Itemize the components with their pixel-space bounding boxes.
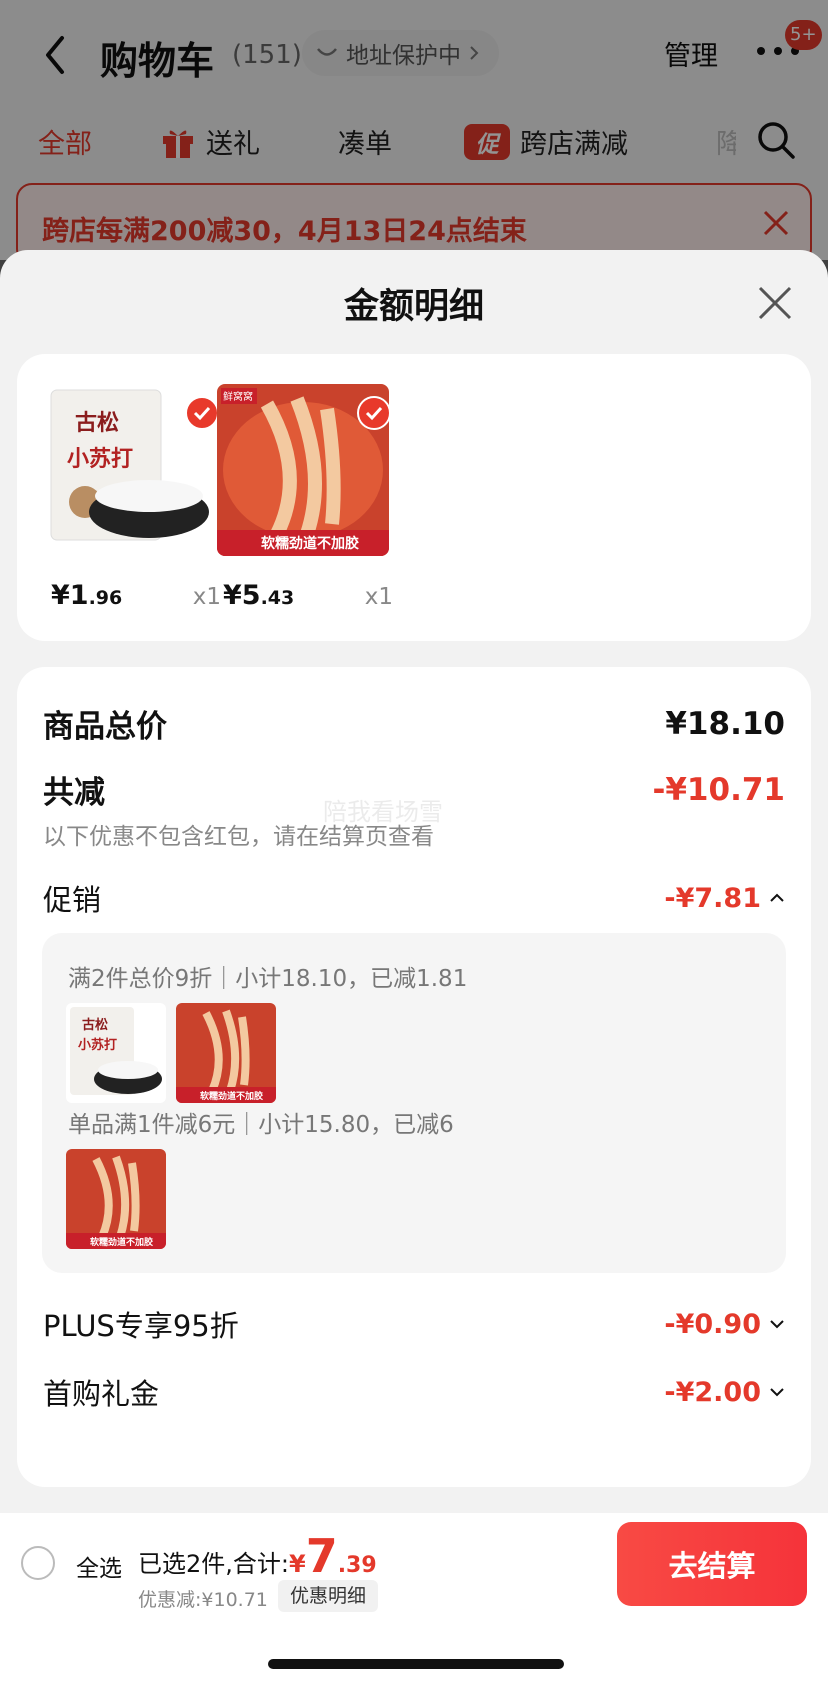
product-price: ¥5.43 <box>223 580 295 611</box>
promotion-line: 满2件总价9折｜小计18.10，已减1.81 <box>68 966 468 992</box>
total-price-label: 商品总价 <box>43 709 167 745</box>
first-purchase-label: 首购礼金 <box>43 1377 160 1411</box>
chevron-down-icon <box>770 1320 784 1329</box>
selected-products-card: 古松 小苏打 ¥1.96 x1 软糯劲道不加胶 鲜窝窝 ¥5.43 x1 <box>17 354 811 641</box>
saved-amount: 优惠减:¥10.71 <box>138 1589 268 1611</box>
summary-prefix: 已选2件,合计: <box>138 1550 289 1578</box>
sheet-title: 金额明细 <box>343 287 484 327</box>
amount-detail-sheet: 金额明细 古松 小苏打 ¥1.96 x1 软糯劲道不加胶 鲜窝窝 ¥5.43 x… <box>0 250 828 1515</box>
select-all-label[interactable]: 全选 <box>76 1549 122 1583</box>
reduction-note: 以下优惠不包含红包，请在结算页查看 <box>43 824 434 850</box>
svg-text:古松: 古松 <box>75 410 119 436</box>
plus-discount-label: PLUS专享95折 <box>43 1309 239 1343</box>
promotion-value: -¥7.81 <box>664 882 761 914</box>
select-all-radio[interactable] <box>21 1546 55 1580</box>
svg-text:小苏打: 小苏打 <box>78 1037 117 1053</box>
currency-symbol: ¥ <box>288 1550 306 1578</box>
product-item[interactable]: 古松 小苏打 ¥1.96 x1 <box>45 384 221 624</box>
discount-detail-button[interactable]: 优惠明细 <box>278 1580 379 1612</box>
promotion-breakdown: 满2件总价9折｜小计18.10，已减1.81 古松 小苏打 软糯劲道不加胶 单品… <box>42 933 786 1273</box>
total-integer: 7 <box>305 1529 338 1583</box>
home-indicator <box>268 1659 564 1669</box>
product-thumbnail: 软糯劲道不加胶 <box>176 1003 276 1103</box>
product-thumbnail: 古松 小苏打 <box>66 1003 166 1103</box>
total-reduction-label: 共减 <box>43 775 105 811</box>
svg-text:鲜窝窝: 鲜窝窝 <box>223 390 253 403</box>
chevron-up-icon <box>770 893 784 902</box>
checkout-bar: 全选 已选2件,合计: ¥ 7 .39 优惠减:¥10.71 优惠明细 去结算 <box>0 1513 828 1687</box>
order-summary: 已选2件,合计: ¥ 7 .39 <box>138 1533 377 1579</box>
total-price-value: ¥18.10 <box>665 705 785 742</box>
checked-icon <box>185 396 219 430</box>
svg-text:小苏打: 小苏打 <box>67 446 133 472</box>
svg-text:古松: 古松 <box>82 1017 108 1033</box>
plus-discount-row[interactable]: PLUS专享95折 -¥0.90 <box>43 1303 785 1345</box>
promotion-row[interactable]: 促销 -¥7.81 <box>43 877 785 919</box>
total-reduction-value: -¥10.71 <box>652 771 786 808</box>
product-thumbnail: 软糯劲道不加胶 <box>66 1149 166 1249</box>
price-detail-card: 商品总价 ¥18.10 共减 -¥10.71 陪我看场雪 以下优惠不包含红包，请… <box>17 667 811 1487</box>
product-quantity: x1 <box>364 584 393 610</box>
total-decimal: .39 <box>337 1553 377 1578</box>
product-price: ¥1.96 <box>51 580 123 611</box>
promotion-line: 单品满1件减6元｜小计15.80，已减6 <box>68 1112 454 1138</box>
first-purchase-value: -¥2.00 <box>664 1376 761 1408</box>
promotion-label: 促销 <box>43 883 102 917</box>
checkout-button[interactable]: 去结算 <box>617 1522 807 1606</box>
svg-text:软糯劲道不加胶: 软糯劲道不加胶 <box>90 1236 153 1248</box>
plus-discount-value: -¥0.90 <box>664 1308 761 1340</box>
chevron-down-icon <box>770 1388 784 1397</box>
first-purchase-row[interactable]: 首购礼金 -¥2.00 <box>43 1371 785 1413</box>
total-price-row: 商品总价 ¥18.10 <box>43 701 785 746</box>
checked-icon <box>357 396 391 430</box>
close-icon[interactable] <box>758 286 792 320</box>
product-item[interactable]: 软糯劲道不加胶 鲜窝窝 ¥5.43 x1 <box>217 384 393 624</box>
svg-text:软糯劲道不加胶: 软糯劲道不加胶 <box>200 1090 263 1102</box>
svg-text:软糯劲道不加胶: 软糯劲道不加胶 <box>261 535 359 552</box>
